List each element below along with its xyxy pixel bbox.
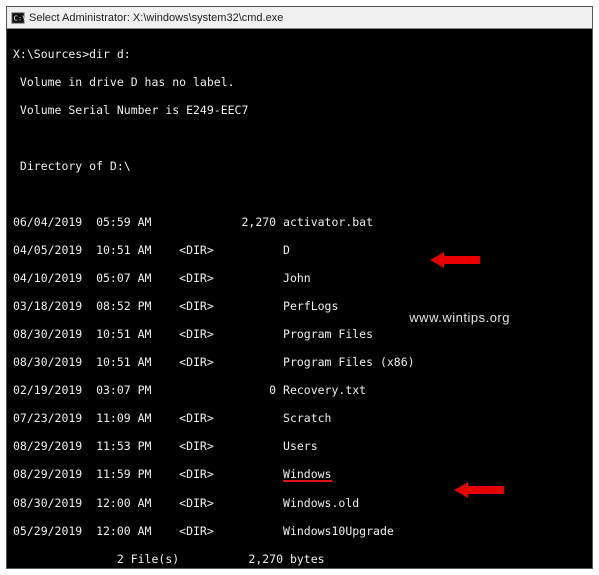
watermark-text: www.wintips.org [409,311,510,325]
d-row: 02/19/2019 03:07 PM 0 Recovery.txt [13,383,586,397]
d-files-summary: 2 File(s) 2,270 bytes [13,552,586,566]
cmd-icon: C:\ [11,11,25,25]
d-volume-label: Volume in drive D has no label. [13,75,586,89]
d-row: 05/29/2019 12:00 AM <DIR> Windows10Upgra… [13,524,586,538]
cmd-window: C:\ Select Administrator: X:\windows\sys… [6,6,593,569]
d-row: 08/29/2019 11:53 PM <DIR> Users [13,439,586,453]
windows-highlight: Windows [283,469,331,482]
d-directory-of: Directory of D:\ [13,159,586,173]
prompt: X:\Sources> [13,47,89,61]
d-row: 06/04/2019 05:59 AM 2,270 activator.bat [13,215,586,229]
svg-text:C:\: C:\ [14,14,25,22]
d-row: 07/23/2019 11:09 AM <DIR> Scratch [13,411,586,425]
d-row-windows: 08/29/2019 11:59 PM <DIR> Windows [13,467,586,482]
arrow-ntdll-icon [454,452,504,528]
terminal-body[interactable]: X:\Sources>dir d: Volume in drive D has … [7,29,592,568]
titlebar[interactable]: C:\ Select Administrator: X:\windows\sys… [7,7,592,29]
cmd-dir-d: dir d: [89,47,131,61]
arrow-windows-icon [430,222,480,298]
d-row: 08/30/2019 12:00 AM <DIR> Windows.old [13,496,586,510]
d-row: 08/30/2019 10:51 AM <DIR> Program Files … [13,355,586,369]
d-volume-serial: Volume Serial Number is E249-EEC7 [13,103,586,117]
d-row: 08/30/2019 10:51 AM <DIR> Program Files [13,327,586,341]
title-text: Select Administrator: X:\windows\system3… [29,12,283,24]
d-row: 04/10/2019 05:07 AM <DIR> John [13,271,586,285]
d-row: 04/05/2019 10:51 AM <DIR> D [13,243,586,257]
